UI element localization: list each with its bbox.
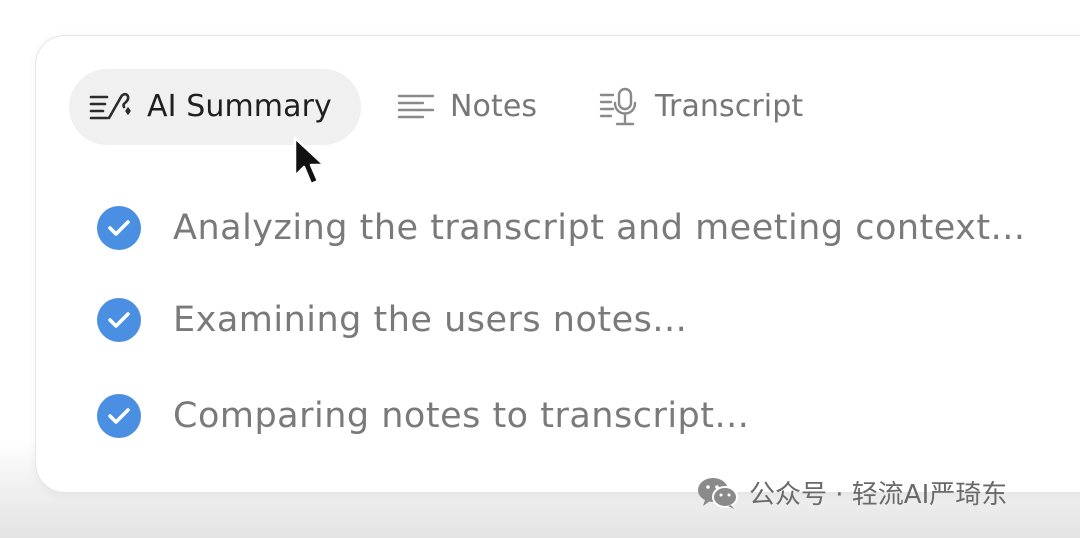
tab-transcript[interactable]: Transcript xyxy=(599,69,803,145)
tab-ai-summary-label: AI Summary xyxy=(147,89,332,124)
tab-ai-summary[interactable]: AI Summary xyxy=(69,69,361,145)
check-circle-icon xyxy=(97,394,141,438)
wechat-icon xyxy=(697,476,739,514)
watermark: 公众号 · 轻流AI严琦东 xyxy=(697,476,1007,514)
tab-notes[interactable]: Notes xyxy=(397,69,537,145)
watermark-text: 公众号 · 轻流AI严琦东 xyxy=(749,480,1008,510)
check-circle-icon xyxy=(97,298,141,342)
progress-step: Examining the users notes... xyxy=(97,298,687,342)
progress-step-label: Examining the users notes... xyxy=(173,299,688,340)
tab-notes-label: Notes xyxy=(450,89,538,124)
tab-transcript-label: Transcript xyxy=(655,89,804,124)
mouse-pointer-icon xyxy=(292,136,330,190)
transcript-mic-icon xyxy=(599,87,641,127)
notes-lines-icon xyxy=(397,92,435,122)
progress-step-label: Comparing notes to transcript... xyxy=(173,395,750,436)
ai-summary-icon xyxy=(89,89,137,125)
check-circle-icon xyxy=(97,206,141,250)
progress-step: Comparing notes to transcript... xyxy=(97,394,749,438)
progress-step: Analyzing the transcript and meeting con… xyxy=(97,206,1026,250)
progress-step-label: Analyzing the transcript and meeting con… xyxy=(173,207,1026,248)
